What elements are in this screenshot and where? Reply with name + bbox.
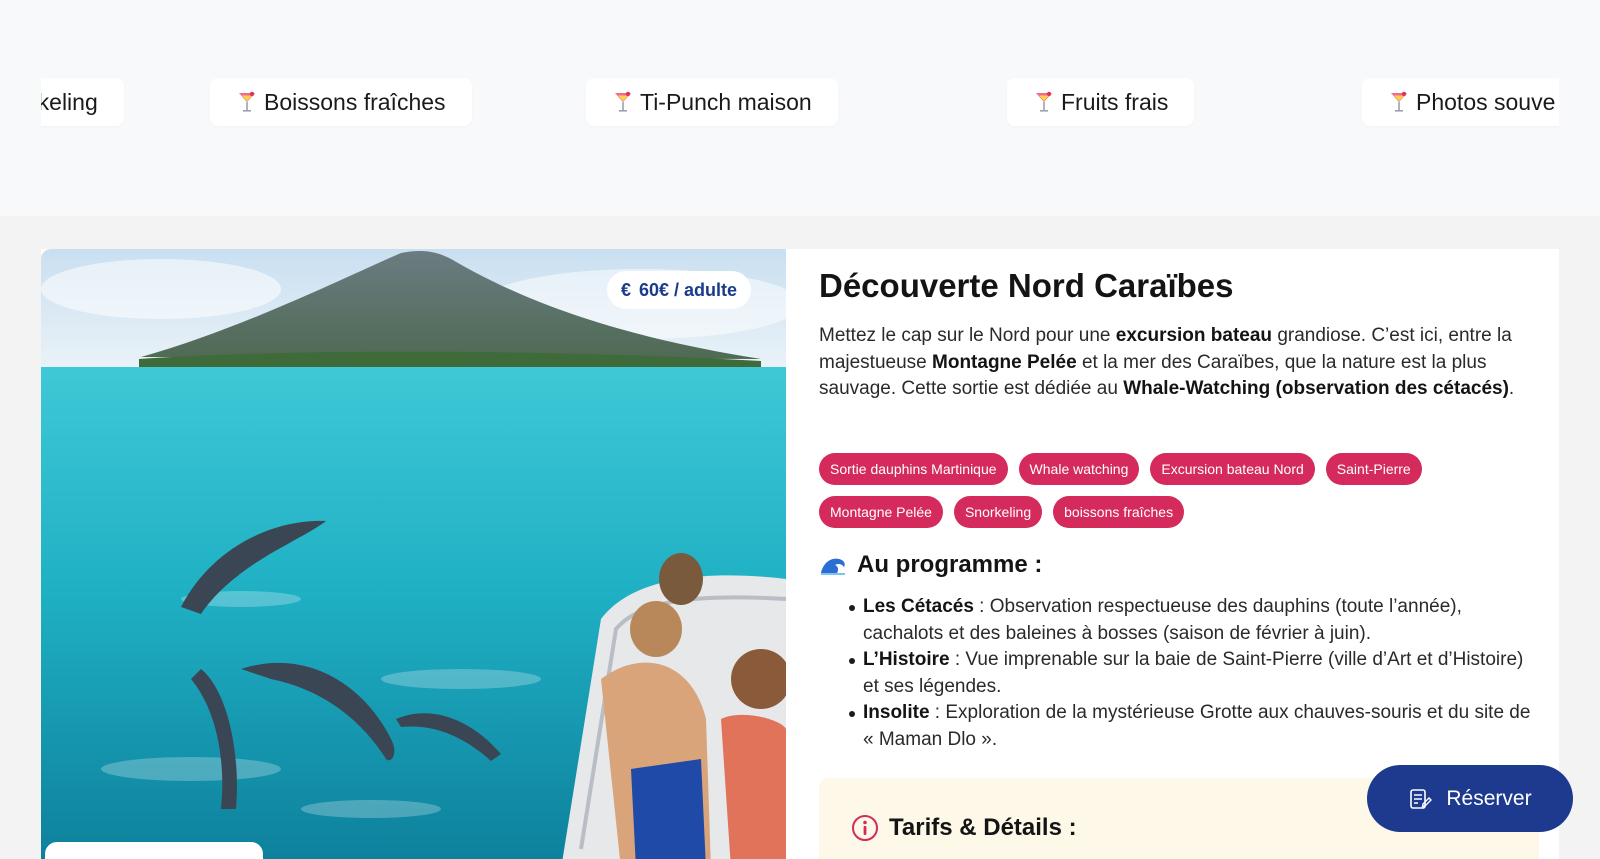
wave-icon <box>821 558 845 575</box>
excursion-card: € 60€ / adulte Découverte Nord Caraïbes … <box>41 249 1559 859</box>
price-label: 60€ / adulte <box>639 279 738 300</box>
price-badge: € 60€ / adulte <box>607 271 752 309</box>
list-item: Insolite : Exploration de la mystérieuse… <box>849 700 1539 753</box>
tag[interactable]: Sortie dauphins Martinique <box>819 453 1008 485</box>
tag[interactable]: Whale watching <box>1018 453 1140 485</box>
highlight-chip-label: Photos souve <box>1416 88 1556 115</box>
tag[interactable]: Snorkeling <box>953 496 1043 528</box>
description-text: . <box>1508 378 1515 400</box>
reserve-button-label: Réserver <box>1446 786 1532 810</box>
highlight-chip-label: Ti-Punch maison <box>640 88 812 115</box>
cocktail-icon <box>615 91 631 112</box>
cocktail-icon <box>239 91 255 112</box>
program-item-label: Les Cétacés <box>863 596 974 617</box>
tarifs-title: Tarifs & Détails : <box>889 814 1077 841</box>
program-item-label: L’Histoire <box>863 649 950 671</box>
euro-icon: € <box>621 279 632 300</box>
booking-icon <box>1410 788 1433 809</box>
highlights-strip: rkeling Boissons fraîches Ti-Punch maiso… <box>0 0 1600 216</box>
highlight-chip: Boissons fraîches <box>210 78 472 126</box>
tag-list: Sortie dauphins Martinique Whale watchin… <box>819 453 1539 528</box>
tag[interactable]: boissons fraîches <box>1053 496 1185 528</box>
photo-caption-box <box>45 842 263 859</box>
highlights-track: rkeling Boissons fraîches Ti-Punch maiso… <box>41 0 1559 216</box>
highlight-chip: Ti-Punch maison <box>586 78 838 126</box>
program-item-text: : Vue imprenable sur la baie de Saint-Pi… <box>863 649 1524 697</box>
highlight-chip: Fruits frais <box>1007 78 1195 126</box>
highlight-chip-label: Fruits frais <box>1061 88 1169 115</box>
description-emphasis: Montagne Pelée <box>932 351 1077 373</box>
excursion-title: Découverte Nord Caraïbes <box>819 267 1234 304</box>
highlight-chip: rkeling <box>41 78 124 126</box>
program-item-text: : Exploration de la mystérieuse Grotte a… <box>863 702 1531 750</box>
program-list: Les Cétacés : Observation respectueuse d… <box>849 594 1539 754</box>
cocktail-icon <box>1036 91 1052 112</box>
list-item: Les Cétacés : Observation respectueuse d… <box>849 594 1539 647</box>
program-heading: Au programme : <box>819 551 1042 579</box>
reserve-button[interactable]: Réserver <box>1367 765 1573 832</box>
program-title: Au programme : <box>857 551 1043 578</box>
description-emphasis: Whale-Watching (observation des cétacés) <box>1123 378 1509 400</box>
tag[interactable]: Montagne Pelée <box>819 496 943 528</box>
highlight-chip-label: Boissons fraîches <box>264 88 446 115</box>
tag[interactable]: Saint-Pierre <box>1325 453 1422 485</box>
program-item-label: Insolite <box>863 702 930 724</box>
excursion-image <box>41 249 786 859</box>
description-text: Mettez le cap sur le Nord pour une <box>819 325 1116 346</box>
excursion-description: Mettez le cap sur le Nord pour une excur… <box>819 323 1539 403</box>
highlight-chip-label: rkeling <box>41 88 98 115</box>
list-item: L’Histoire : Vue imprenable sur la baie … <box>849 647 1539 700</box>
tag[interactable]: Excursion bateau Nord <box>1150 453 1315 485</box>
cocktail-icon <box>1391 91 1407 112</box>
description-emphasis: excursion bateau <box>1115 325 1273 346</box>
info-icon <box>852 815 878 841</box>
highlight-chip: Photos souve <box>1362 78 1559 126</box>
tarifs-heading: Tarifs & Détails : <box>851 814 1077 842</box>
excursion-photo: € 60€ / adulte <box>41 249 786 859</box>
